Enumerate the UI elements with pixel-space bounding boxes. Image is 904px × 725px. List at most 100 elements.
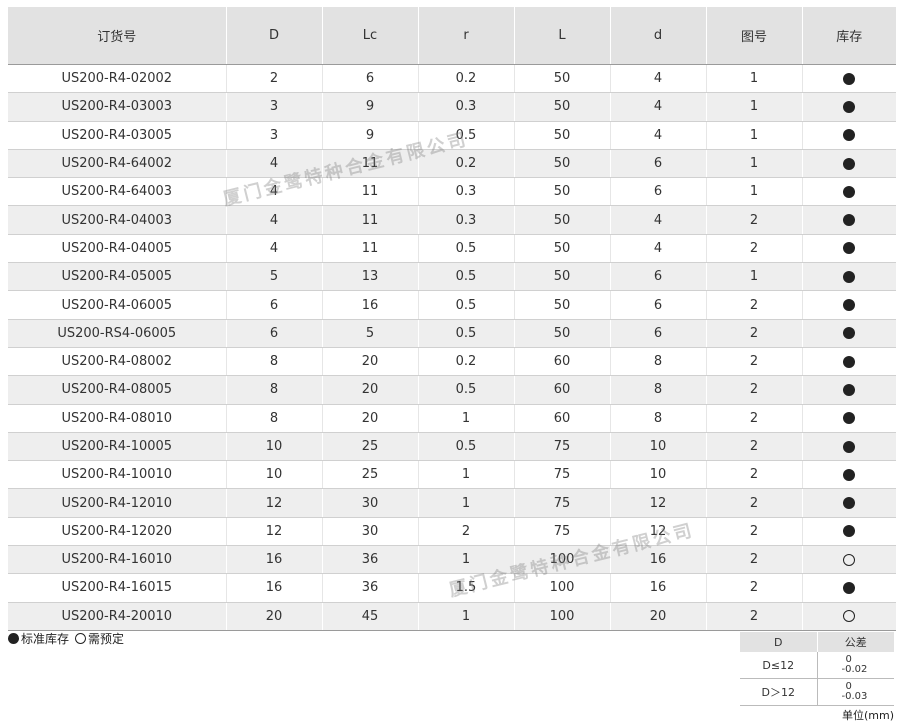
table-row: US200-R4-12020 12 30 2 75 12 2 [8,517,896,547]
cell-small-d: 8 [610,404,707,433]
table-row: US200-R4-06005 6 16 0.5 50 6 2 [8,290,896,320]
cell-order-number: US200-R4-64003 [8,177,227,207]
cell-small-d: 20 [610,602,707,631]
cell-d: 3 [226,92,323,122]
cell-order-number: US200-R4-64002 [8,149,227,179]
cell-figure-number: 2 [706,205,803,235]
header-d: D [226,7,323,65]
cell-d: 8 [226,404,323,433]
cell-d: 12 [226,517,323,547]
cell-figure-number: 2 [706,347,803,377]
cell-small-d: 6 [610,290,707,320]
cell-order-number: US200-R4-12010 [8,488,227,518]
cell-stock [802,149,896,179]
cell-l: 50 [514,121,611,150]
filled-circle-icon [843,412,856,425]
header-stock: 库存 [802,7,896,65]
cell-d: 6 [226,319,323,348]
cell-r: 0.3 [418,205,515,235]
cell-order-number: US200-RS4-06005 [8,319,227,348]
cell-r: 2 [418,517,515,547]
cell-figure-number: 2 [706,488,803,518]
cell-stock [802,290,896,320]
filled-circle-icon [843,157,856,170]
cell-order-number: US200-R4-16010 [8,545,227,575]
cell-small-d: 10 [610,432,707,462]
cell-stock [802,64,896,94]
cell-figure-number: 2 [706,319,803,348]
cell-r: 1 [418,460,515,490]
filled-circle-icon [843,440,856,453]
cell-order-number: US200-R4-06005 [8,290,227,320]
table-row: US200-R4-08010 8 20 1 60 8 2 [8,404,896,433]
cell-figure-number: 2 [706,545,803,575]
table-row: US200-R4-16010 16 36 1 100 16 2 [8,545,896,575]
cell-figure-number: 2 [706,234,803,264]
cell-r: 0.2 [418,64,515,94]
cell-d: 8 [226,347,323,377]
cell-l: 75 [514,517,611,547]
cell-figure-number: 2 [706,460,803,490]
cell-small-d: 6 [610,149,707,179]
cell-lc: 45 [322,602,419,631]
cell-order-number: US200-R4-03005 [8,121,227,150]
cell-figure-number: 2 [706,432,803,462]
cell-stock [802,205,896,235]
unit-label: 单位(mm) [841,709,894,722]
cell-l: 75 [514,488,611,518]
cell-r: 1.5 [418,573,515,603]
cell-l: 50 [514,205,611,235]
cell-l: 60 [514,404,611,433]
header-lc: Lc [322,7,419,65]
cell-stock [802,573,896,603]
tolerance-lower: -0.02 [841,664,868,675]
filled-circle-icon [843,242,856,255]
header-order-number: 订货号 [8,7,227,65]
cell-small-d: 8 [610,375,707,405]
cell-l: 50 [514,177,611,207]
cell-l: 50 [514,92,611,122]
cell-stock [802,121,896,150]
cell-order-number: US200-R4-10005 [8,432,227,462]
cell-lc: 25 [322,432,419,462]
cell-d: 16 [226,545,323,575]
table-row: US200-R4-04005 4 11 0.5 50 4 2 [8,234,896,264]
cell-small-d: 6 [610,262,707,292]
cell-small-d: 16 [610,573,707,603]
cell-small-d: 8 [610,347,707,377]
tolerance-range: D＞12 [740,678,818,706]
cell-figure-number: 2 [706,573,803,603]
cell-stock [802,262,896,292]
cell-small-d: 4 [610,92,707,122]
cell-small-d: 6 [610,177,707,207]
table-row: US200-R4-02002 2 6 0.2 50 4 1 [8,64,896,94]
legend: 标准库存 需预定 [8,630,124,647]
filled-circle-icon [843,468,856,481]
cell-lc: 11 [322,149,419,179]
cell-r: 0.3 [418,92,515,122]
cell-d: 2 [226,64,323,94]
cell-l: 50 [514,234,611,264]
tolerance-row: D≤12 0 -0.02 [740,652,894,679]
cell-l: 75 [514,460,611,490]
cell-r: 0.5 [418,432,515,462]
cell-stock [802,234,896,264]
filled-circle-icon [843,270,856,283]
tolerance-table: D 公差 D≤12 0 -0.02 D＞12 0 -0.03 [740,632,894,706]
cell-l: 50 [514,262,611,292]
filled-circle-icon [843,185,856,198]
cell-lc: 25 [322,460,419,490]
table-row: US200-R4-20010 20 45 1 100 20 2 [8,602,896,631]
cell-small-d: 4 [610,234,707,264]
cell-l: 50 [514,149,611,179]
cell-l: 100 [514,602,611,631]
cell-d: 4 [226,234,323,264]
table-row: US200-R4-10010 10 25 1 75 10 2 [8,460,896,490]
cell-stock [802,602,896,631]
cell-order-number: US200-R4-03003 [8,92,227,122]
table-row: US200-R4-16015 16 36 1.5 100 16 2 [8,573,896,603]
cell-figure-number: 2 [706,375,803,405]
table-row: US200-R4-12010 12 30 1 75 12 2 [8,488,896,518]
cell-r: 1 [418,404,515,433]
cell-r: 0.5 [418,319,515,348]
